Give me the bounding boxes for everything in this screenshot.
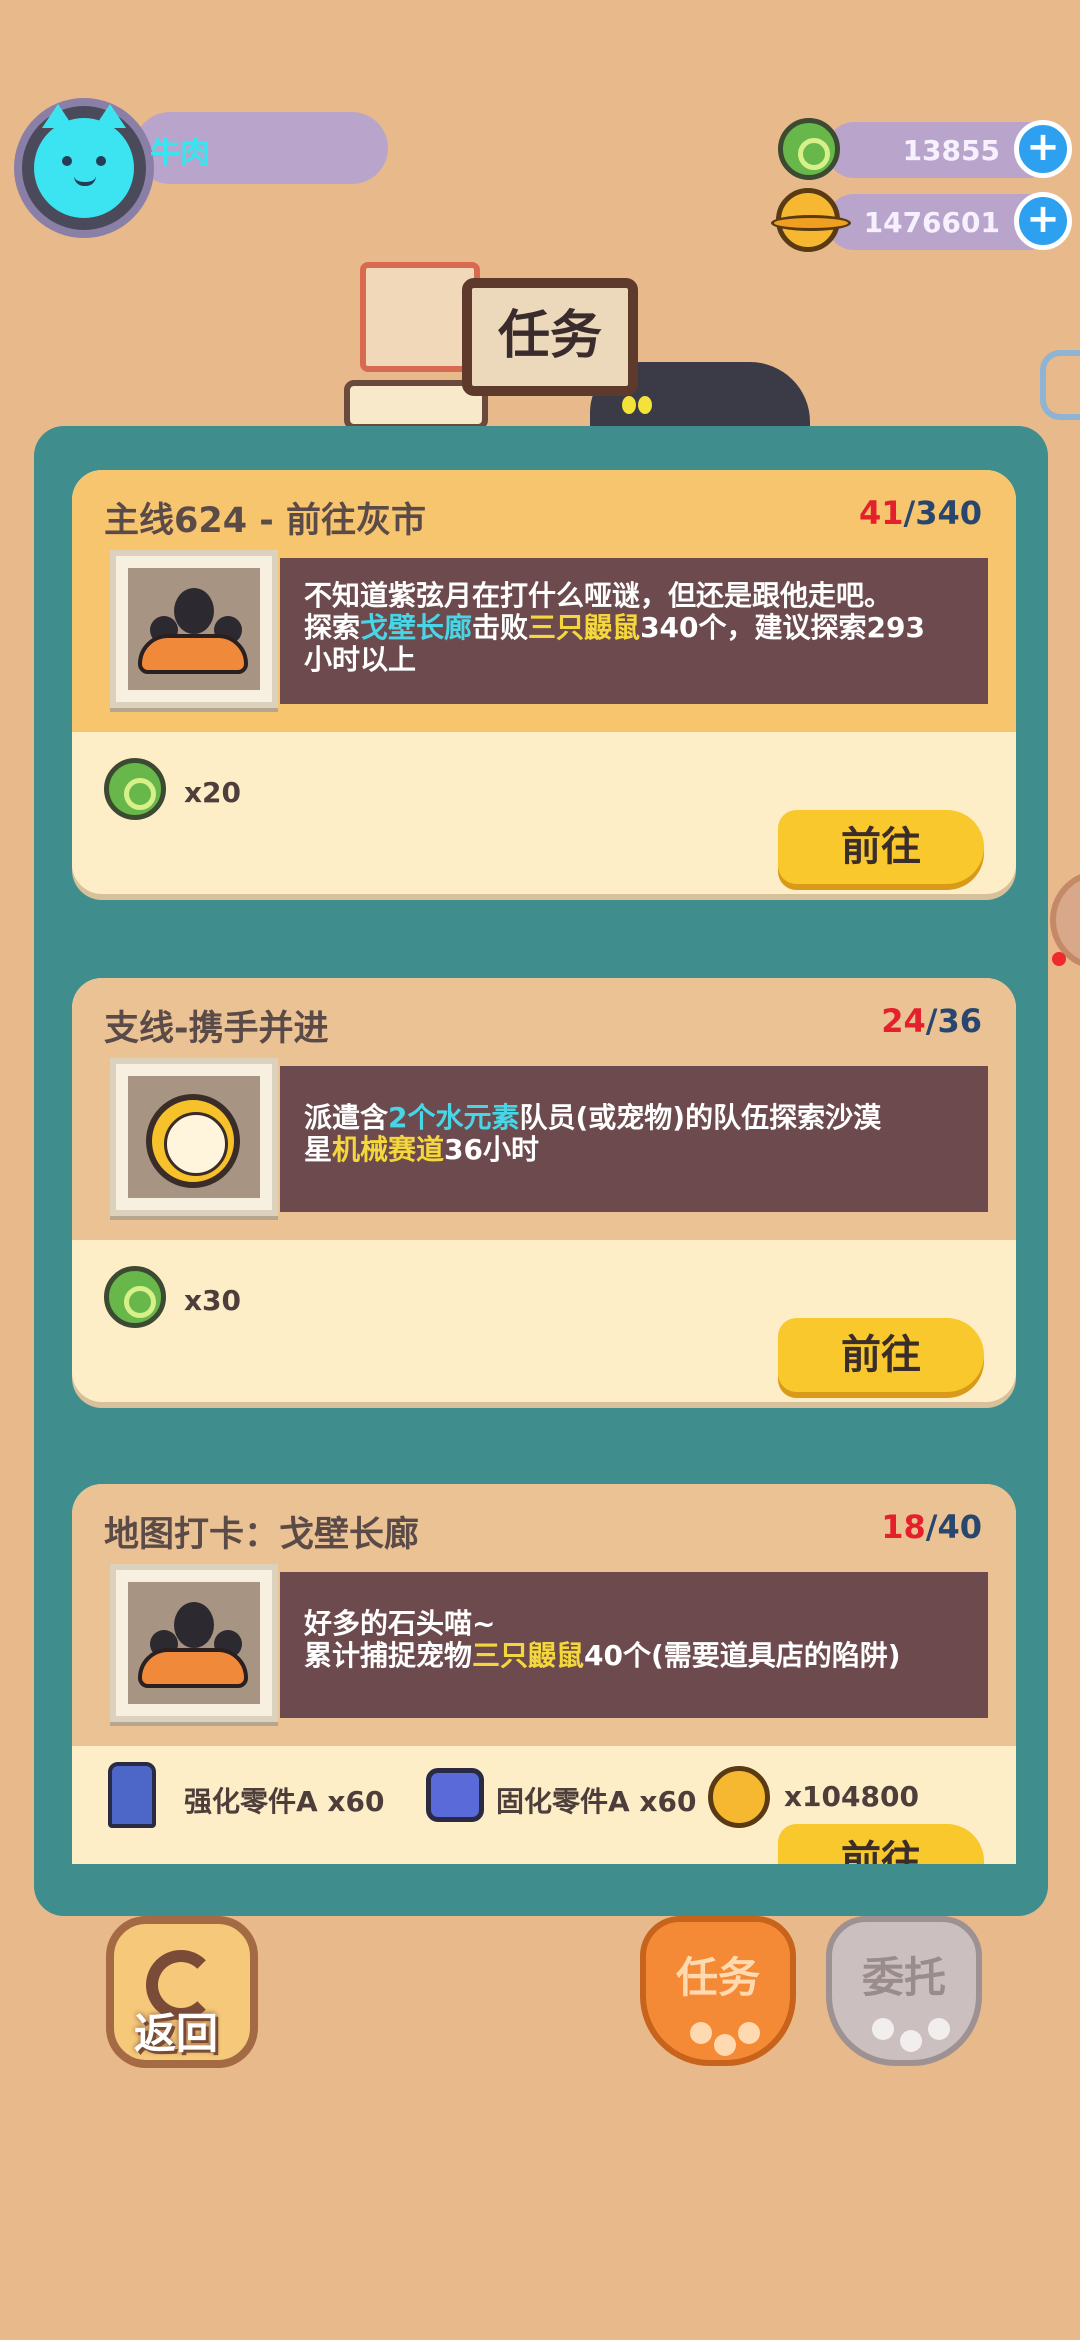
quest-progress: 41/340 xyxy=(859,494,982,532)
clock-icon xyxy=(128,1076,260,1198)
reward-name: 强化零件A x60 xyxy=(184,1785,385,1818)
quest-description: 好多的石头喵~ 累计捕捉宠物三只鼹鼠40个(需要道具店的陷阱) xyxy=(280,1572,988,1718)
avatar-eye xyxy=(62,156,72,166)
progress-current: 41 xyxy=(858,494,904,532)
quest-card-map: 地图打卡：戈壁长廊 18/40 好多的石头喵~ 累计捕捉宠物三只鼹鼠40个(需要… xyxy=(72,1484,1016,1864)
notification-dot xyxy=(1052,952,1066,966)
paw-icon xyxy=(900,2030,922,2052)
tab-task-label: 任务 xyxy=(675,1953,760,2002)
desc-line: 好多的石头喵~ xyxy=(304,1607,496,1640)
quest-progress: 24/36 xyxy=(881,1002,982,1040)
go-button[interactable]: 前往 xyxy=(778,1824,984,1864)
paw-icon xyxy=(738,2022,760,2044)
desc-line: 不知道紫弦月在打什么哑谜，但还是跟他走吧。 xyxy=(304,579,893,612)
page-title: 任务 xyxy=(497,306,602,366)
clip-icon[interactable] xyxy=(1040,350,1080,420)
target-highlight: 三只鼹鼠 xyxy=(472,1639,585,1672)
progress-total: /40 xyxy=(925,1508,982,1546)
nut-icon xyxy=(426,1768,484,1822)
quest-description: 派遣含2个水元素队员(或宠物)的队伍探索沙漠 星机械赛道36小时 xyxy=(280,1066,988,1212)
paw-icon xyxy=(714,2034,736,2056)
gem-count: 13855 xyxy=(902,134,1000,167)
cat-avatar-icon xyxy=(34,104,134,218)
gem-icon xyxy=(104,758,166,820)
reward-amount: x20 xyxy=(184,776,242,809)
quest-title: 主线624 - 前往灰市 xyxy=(104,501,426,541)
desc-line: 累计捕捉宠物三只鼹鼠40个(需要道具店的陷阱) xyxy=(304,1639,901,1672)
gem-icon xyxy=(104,1266,166,1328)
desc-line: 探索戈壁长廊击败三只鼹鼠340个，建议探索293 xyxy=(304,611,925,644)
paw-icon xyxy=(690,2022,712,2044)
gem-icon xyxy=(778,118,840,180)
tab-entrust[interactable]: 委托 xyxy=(826,1916,982,2066)
quest-thumbnail xyxy=(110,550,278,708)
coin-icon xyxy=(708,1766,770,1828)
coin-icon xyxy=(771,188,851,252)
player-name: 牛肉 xyxy=(150,136,210,171)
avatar-mouth xyxy=(74,176,96,186)
quest-list[interactable]: 主线624 - 前往灰市 41/340 不知道紫弦月在打什么哑谜，但还是跟他走吧… xyxy=(70,470,1016,1864)
quest-card-main: 主线624 - 前往灰市 41/340 不知道紫弦月在打什么哑谜，但还是跟他走吧… xyxy=(72,470,1016,894)
cat-eye xyxy=(638,396,652,414)
add-coins-button[interactable]: + xyxy=(1014,192,1072,250)
reward-name: 固化零件A x60 xyxy=(496,1785,697,1818)
quest-progress: 18/40 xyxy=(881,1508,982,1546)
target-highlight: 三只鼹鼠 xyxy=(528,611,641,644)
reward-amount: x30 xyxy=(184,1284,242,1317)
go-button[interactable]: 前往 xyxy=(778,810,984,884)
element-highlight: 2个水元素 xyxy=(388,1101,520,1134)
quest-title: 地图打卡：戈壁长廊 xyxy=(104,1515,420,1555)
back-label: 返回 xyxy=(134,2009,219,2058)
coin-count: 1476601 xyxy=(863,206,1000,239)
progress-current: 24 xyxy=(881,1002,926,1040)
paw-icon xyxy=(928,2018,950,2040)
reward-amount: x104800 xyxy=(784,1780,919,1813)
location-highlight: 机械赛道 xyxy=(332,1133,445,1166)
desc-line: 小时以上 xyxy=(304,643,417,676)
location-highlight: 戈壁长廊 xyxy=(360,611,473,644)
quest-thumbnail xyxy=(110,1058,278,1216)
mole-icon xyxy=(128,568,260,690)
desc-line: 星机械赛道36小时 xyxy=(304,1133,539,1166)
go-button[interactable]: 前往 xyxy=(778,1318,984,1392)
mole-icon xyxy=(128,1582,260,1704)
progress-total: /36 xyxy=(925,1002,982,1040)
page-title-sign: 任务 xyxy=(462,278,638,396)
add-gems-button[interactable]: + xyxy=(1014,120,1072,178)
tab-entrust-label: 委托 xyxy=(861,1953,946,2002)
cat-eye xyxy=(622,396,636,414)
bolt-icon xyxy=(108,1762,156,1828)
progress-total: /340 xyxy=(903,494,982,532)
avatar-eye xyxy=(96,156,106,166)
quest-description: 不知道紫弦月在打什么哑谜，但还是跟他走吧。 探索戈壁长廊击败三只鼹鼠340个，建… xyxy=(280,558,988,704)
desc-line: 派遣含2个水元素队员(或宠物)的队伍探索沙漠 xyxy=(304,1101,882,1134)
quest-title: 支线-携手并进 xyxy=(104,1009,329,1049)
quest-card-side: 支线-携手并进 24/36 派遣含2个水元素队员(或宠物)的队伍探索沙漠 星机械… xyxy=(72,978,1016,1402)
quest-thumbnail xyxy=(110,1564,278,1722)
paw-icon xyxy=(872,2018,894,2040)
progress-current: 18 xyxy=(881,1508,926,1546)
tab-task[interactable]: 任务 xyxy=(640,1916,796,2066)
